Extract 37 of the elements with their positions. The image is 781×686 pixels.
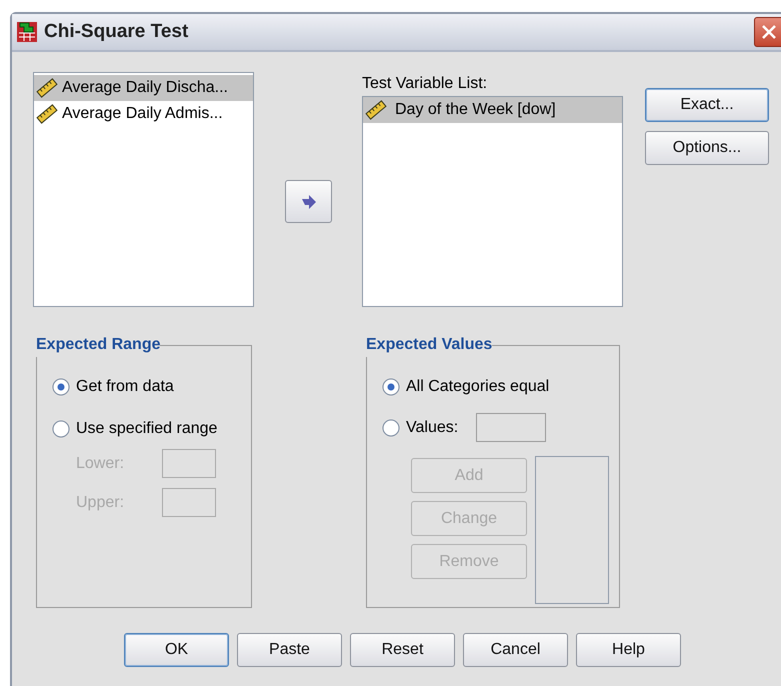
window-title: Chi-Square Test	[44, 20, 188, 44]
list-item[interactable]: Day of the Week [dow]	[363, 97, 622, 123]
input-field[interactable]	[162, 449, 216, 478]
field-label: Lower:	[76, 454, 126, 474]
ruler-icon	[36, 78, 58, 98]
app-icon	[16, 21, 38, 43]
group-title: Expected Values	[366, 335, 492, 355]
option-label: Values:	[406, 418, 458, 438]
option-label: All Categories equal	[406, 377, 550, 397]
list-label: Test Variable List:	[362, 74, 488, 94]
arrow-right-icon	[300, 192, 318, 210]
radio-button[interactable]	[382, 418, 400, 436]
list-item[interactable]: Average Daily Admis...	[34, 101, 253, 127]
close-button[interactable]	[754, 17, 781, 47]
dialog-button[interactable]: Cancel	[463, 633, 568, 667]
input-field[interactable]	[162, 488, 216, 517]
dialog-button[interactable]: Exact...	[645, 88, 769, 122]
item-label: Average Daily Admis...	[62, 104, 223, 124]
option-label: Use specified range	[76, 419, 218, 439]
item-label: Day of the Week [dow]	[395, 100, 556, 120]
ruler-icon	[365, 100, 387, 120]
dialog-button[interactable]: Help	[576, 633, 681, 667]
list-item[interactable]: Average Daily Discha...	[34, 75, 253, 101]
group-title: Expected Range	[36, 335, 160, 355]
move-button[interactable]	[285, 180, 332, 223]
option-label: Get from data	[76, 377, 174, 397]
item-label: Average Daily Discha...	[62, 78, 228, 98]
radio-button[interactable]	[382, 378, 400, 396]
radio-button[interactable]	[52, 420, 70, 438]
close-icon	[761, 24, 777, 40]
dialog-button[interactable]: Paste	[237, 633, 342, 667]
radio-button[interactable]	[52, 378, 70, 396]
field-label: Upper:	[76, 492, 126, 512]
dialog-button[interactable]: Reset	[350, 633, 455, 667]
dialog-button[interactable]: Options...	[645, 131, 769, 165]
input-field[interactable]	[476, 413, 546, 442]
dialog-button[interactable]: OK	[124, 633, 229, 667]
